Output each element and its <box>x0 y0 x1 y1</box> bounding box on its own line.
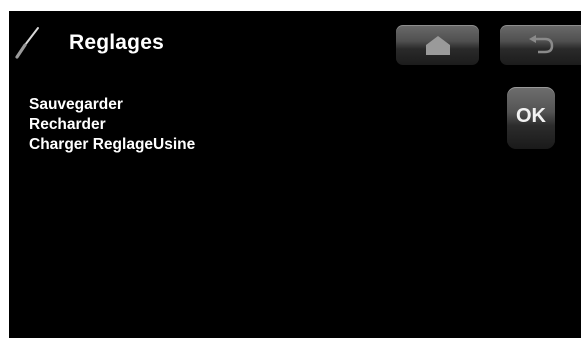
menu-item-save[interactable]: Sauvegarder <box>29 95 195 115</box>
menu-item-factory-reset[interactable]: Charger ReglageUsine <box>29 135 195 155</box>
back-button[interactable] <box>500 25 581 65</box>
menu-item-reload[interactable]: Recharder <box>29 115 195 135</box>
screwdriver-icon <box>14 26 40 60</box>
settings-menu: Sauvegarder Recharder Charger ReglageUsi… <box>29 95 195 155</box>
page-title: Reglages <box>69 31 164 54</box>
home-button[interactable] <box>396 25 479 65</box>
ok-button[interactable]: OK <box>507 87 555 149</box>
ok-button-label: OK <box>516 104 546 127</box>
header-bar: Reglages <box>9 11 581 71</box>
settings-screen: Reglages Sauvegarder Recharder Charger R… <box>9 11 581 338</box>
